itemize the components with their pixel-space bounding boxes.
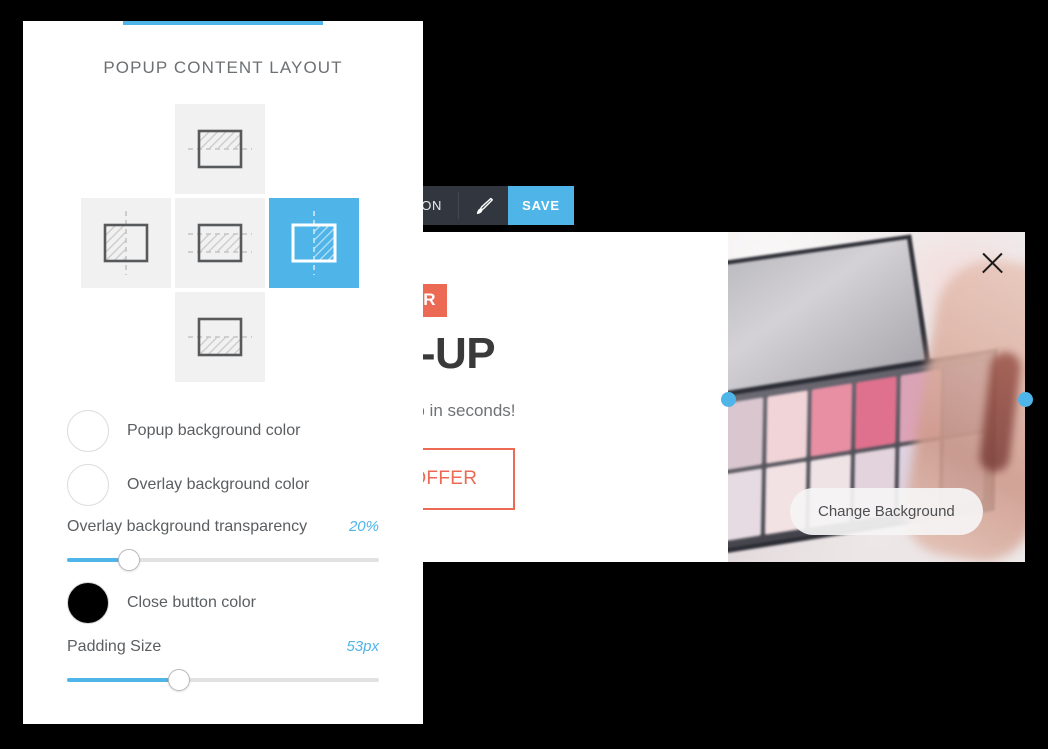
transparency-slider[interactable] xyxy=(67,549,379,571)
popup-settings-panel: POPUP CONTENT LAYOUT Popup background co… xyxy=(23,21,423,724)
layout-option-content-center[interactable] xyxy=(175,198,265,288)
popup-background-color-label: Popup background color xyxy=(127,422,301,439)
transparency-slider-thumb[interactable] xyxy=(118,549,141,571)
transparency-label-row: Overlay background transparency 20% xyxy=(67,518,379,536)
panel-title: POPUP CONTENT LAYOUT xyxy=(103,58,343,77)
transparency-label: Overlay background transparency xyxy=(67,518,308,535)
popup-background-color-row: Popup background color xyxy=(67,410,379,452)
layout-picker xyxy=(78,100,368,390)
overlay-background-color-row: Overlay background color xyxy=(67,464,379,506)
panel-controls: Popup background color Overlay backgroun… xyxy=(23,390,423,691)
layout-option-content-left[interactable] xyxy=(81,198,171,288)
resize-handle-right[interactable] xyxy=(1018,392,1033,407)
transparency-value: 20% xyxy=(348,518,379,535)
close-button-color-row: Close button color xyxy=(67,582,379,624)
padding-size-value: 53px xyxy=(346,638,379,655)
padding-size-slider-thumb[interactable] xyxy=(168,669,191,691)
resize-handle-left[interactable] xyxy=(721,392,736,407)
close-button-color-swatch[interactable] xyxy=(67,582,109,624)
padding-size-slider-fill xyxy=(67,678,180,682)
overlay-background-color-label: Overlay background color xyxy=(127,476,310,493)
paintbrush-icon[interactable] xyxy=(459,186,508,225)
save-button[interactable]: SAVE xyxy=(508,186,574,225)
layout-option-content-right[interactable] xyxy=(269,198,359,288)
close-icon[interactable] xyxy=(977,248,1007,278)
layout-left-icon xyxy=(103,211,149,275)
editor-screen: SPECIAL OFFER O POP-UP e your own pop-up… xyxy=(0,0,1048,749)
active-tab-indicator xyxy=(123,21,323,25)
popup-background-color-swatch[interactable] xyxy=(67,410,109,452)
layout-right-icon xyxy=(291,211,337,275)
padding-label-row: Padding Size 53px xyxy=(67,638,379,656)
layout-top-icon xyxy=(188,129,252,169)
change-background-button[interactable]: Change Background xyxy=(790,488,983,535)
layout-option-content-bottom[interactable] xyxy=(175,292,265,382)
popup-image-column[interactable]: Change Background xyxy=(728,232,1025,562)
layout-bottom-icon xyxy=(188,317,252,357)
padding-size-label: Padding Size xyxy=(67,638,162,655)
padding-size-slider[interactable] xyxy=(67,669,379,691)
layout-center-icon xyxy=(188,223,252,263)
close-button-color-label: Close button color xyxy=(127,594,256,611)
layout-option-content-top[interactable] xyxy=(175,104,265,194)
overlay-background-color-swatch[interactable] xyxy=(67,464,109,506)
